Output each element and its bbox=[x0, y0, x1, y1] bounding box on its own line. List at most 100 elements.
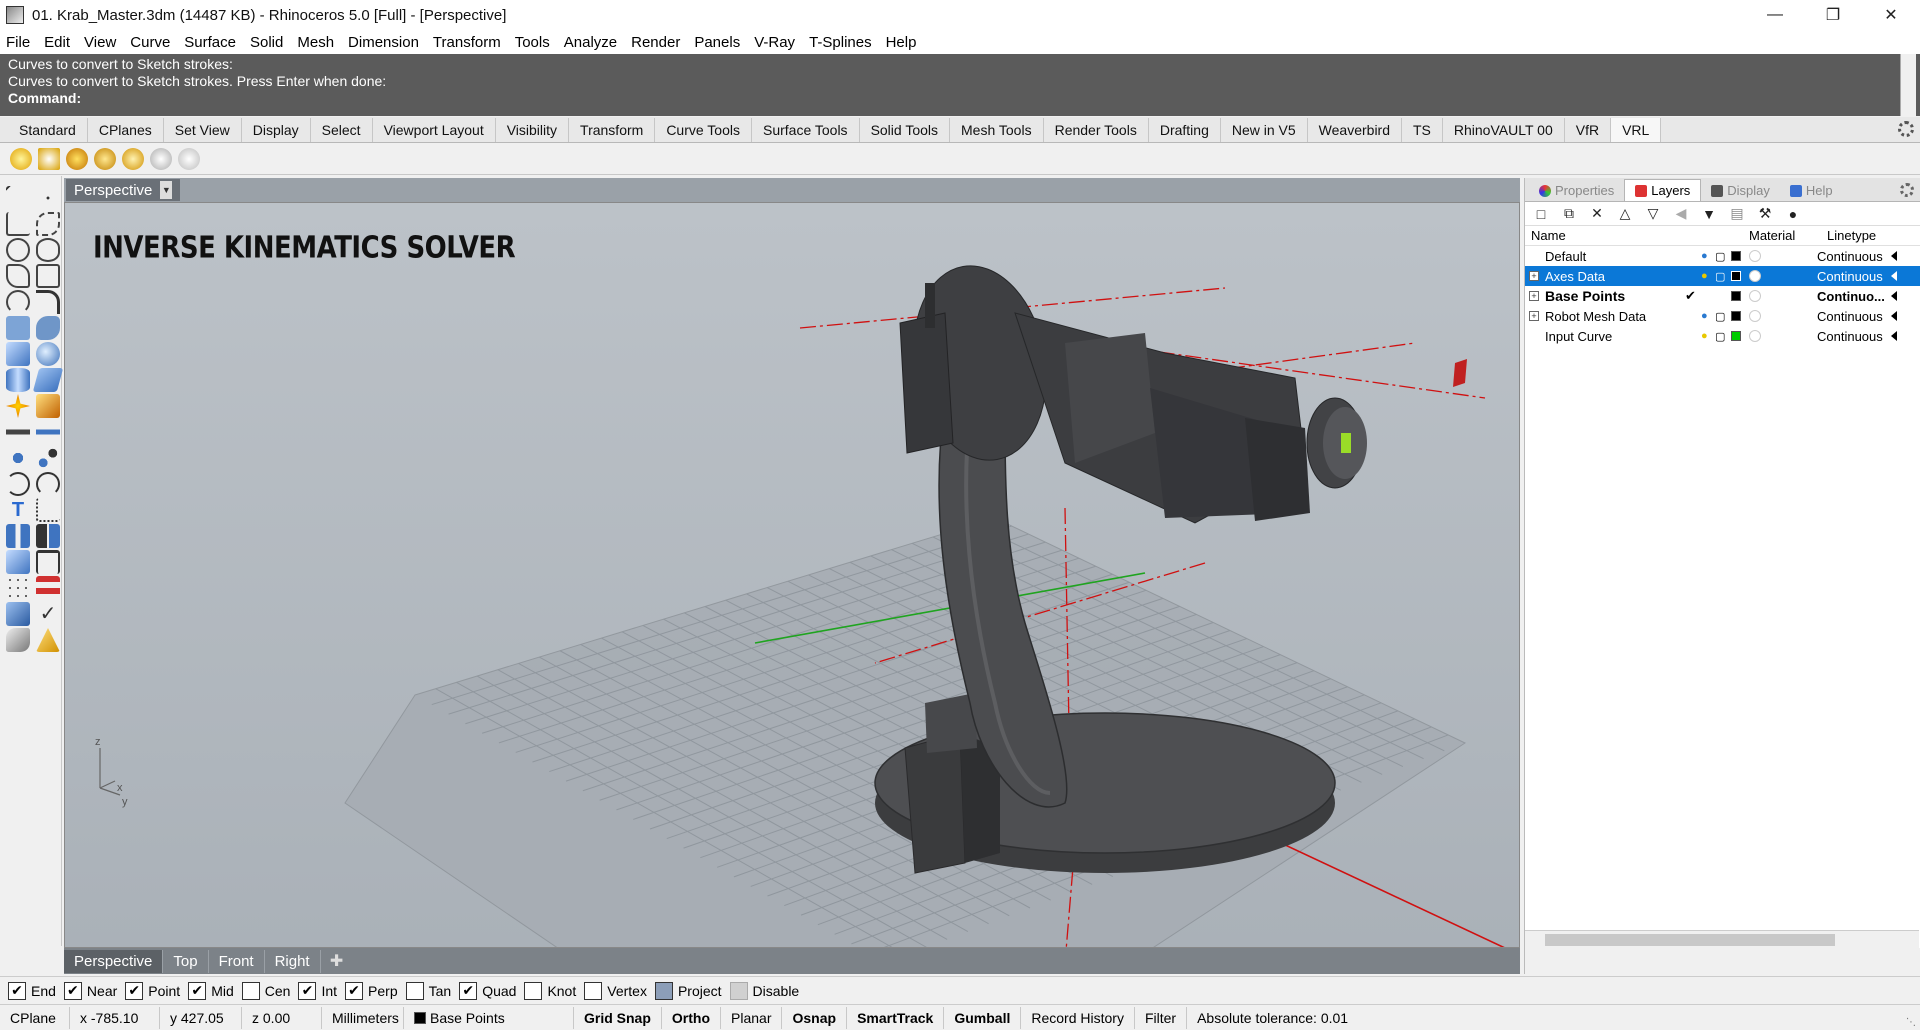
osnap-checkbox[interactable]: ✔ bbox=[8, 981, 26, 1000]
tab-set-view[interactable]: Set View bbox=[164, 118, 242, 142]
trim-icon[interactable] bbox=[36, 420, 60, 444]
osnap-int[interactable]: ✔ Int bbox=[298, 981, 337, 1000]
rectangle-icon[interactable] bbox=[36, 264, 60, 288]
arc-icon[interactable] bbox=[6, 290, 30, 314]
tools-wrench-icon[interactable]: ⚒ bbox=[1757, 205, 1773, 222]
menu-file[interactable]: File bbox=[6, 34, 30, 51]
material-sphere-icon[interactable] bbox=[1749, 250, 1761, 262]
menu-analyze[interactable]: Analyze bbox=[564, 34, 617, 51]
revolve-icon[interactable] bbox=[36, 316, 60, 340]
fillet-curve-icon[interactable] bbox=[36, 290, 60, 314]
sun-icon[interactable] bbox=[10, 147, 32, 170]
osnap-checkbox[interactable] bbox=[405, 981, 424, 1000]
material-sphere-icon[interactable] bbox=[1749, 270, 1761, 282]
rotate-icon[interactable] bbox=[6, 472, 30, 496]
panel-gear-icon[interactable] bbox=[1900, 183, 1914, 197]
ies-light-icon[interactable] bbox=[150, 147, 172, 170]
panel-tab-layers[interactable]: Layers bbox=[1624, 179, 1702, 201]
viewport-title-tab[interactable]: Perspective ▼ bbox=[66, 179, 181, 201]
box-icon[interactable] bbox=[6, 342, 30, 366]
cylinder-icon[interactable] bbox=[6, 368, 30, 392]
panel-tab-display[interactable]: Display bbox=[1701, 180, 1780, 201]
text-icon[interactable]: T bbox=[6, 498, 30, 522]
curve-icon[interactable] bbox=[36, 212, 60, 236]
tab-ts[interactable]: TS bbox=[1402, 118, 1443, 142]
viewport-tab-top[interactable]: Top bbox=[163, 949, 209, 973]
osnap-checkbox[interactable]: ✔ bbox=[125, 981, 144, 1000]
menu-tsplines[interactable]: T-Splines bbox=[809, 34, 872, 51]
layer-name[interactable]: Robot Mesh Data bbox=[1545, 309, 1697, 324]
resize-grip-icon[interactable]: ⋱ bbox=[1906, 1017, 1916, 1028]
viewport-menu-dropdown-icon[interactable]: ▼ bbox=[160, 181, 173, 199]
sphere-light-icon[interactable] bbox=[66, 147, 88, 170]
scale-icon[interactable] bbox=[36, 550, 60, 574]
omni-light-icon[interactable] bbox=[178, 147, 200, 170]
current-layer[interactable]: Base Points bbox=[404, 1006, 574, 1029]
column-linetype[interactable]: Linetype bbox=[1827, 228, 1907, 243]
viewport-tab-perspective[interactable]: Perspective bbox=[64, 949, 164, 973]
layers-horizontal-scrollbar[interactable] bbox=[1525, 930, 1919, 948]
filter-toggle[interactable]: Filter bbox=[1135, 1006, 1188, 1029]
material-sphere-icon[interactable] bbox=[1749, 290, 1761, 302]
material-sphere-icon[interactable] bbox=[1749, 330, 1761, 342]
tab-solid-tools[interactable]: Solid Tools bbox=[860, 118, 951, 142]
minimize-button[interactable]: — bbox=[1746, 0, 1804, 30]
select-arrow-icon[interactable] bbox=[6, 186, 30, 210]
viewport-tab-front[interactable]: Front bbox=[209, 949, 265, 973]
expand-plus-box-icon[interactable]: + bbox=[1529, 291, 1539, 301]
expand-plus-box-icon[interactable]: + bbox=[1529, 271, 1539, 281]
expand-plus-box-icon[interactable]: + bbox=[1529, 311, 1539, 321]
layer-color-swatch[interactable] bbox=[1731, 271, 1741, 281]
menu-tools[interactable]: Tools bbox=[515, 34, 550, 51]
polyline-icon[interactable] bbox=[6, 212, 30, 236]
osnap-knot[interactable]: Knot bbox=[524, 981, 576, 1000]
scroll-thumb[interactable] bbox=[1545, 934, 1835, 946]
osnap-quad[interactable]: ✔ Quad bbox=[459, 981, 516, 1000]
layer-states-icon[interactable]: ▤ bbox=[1729, 205, 1745, 222]
rect-light-icon[interactable] bbox=[122, 147, 144, 170]
osnap-vertex[interactable]: Vertex bbox=[584, 981, 647, 1000]
tab-new-in-v5[interactable]: New in V5 bbox=[1221, 118, 1308, 142]
material-sphere-icon[interactable] bbox=[1749, 310, 1761, 322]
visibility-bulb-icon[interactable]: ● bbox=[1701, 330, 1715, 342]
tab-visibility[interactable]: Visibility bbox=[496, 118, 570, 142]
delete-layer-icon[interactable]: ✕ bbox=[1589, 205, 1605, 222]
tab-surface-tools[interactable]: Surface Tools bbox=[752, 118, 860, 142]
layer-linetype[interactable]: Continuo... bbox=[1817, 289, 1891, 304]
toolbar-settings-gear-icon[interactable] bbox=[1898, 121, 1914, 137]
tab-drafting[interactable]: Drafting bbox=[1149, 118, 1221, 142]
dome-light-icon[interactable] bbox=[94, 147, 116, 170]
menu-panels[interactable]: Panels bbox=[694, 34, 740, 51]
tab-weaverbird[interactable]: Weaverbird bbox=[1308, 118, 1402, 142]
layer-linetype[interactable]: Continuous bbox=[1817, 269, 1891, 284]
circle-icon[interactable] bbox=[6, 238, 30, 262]
boolean-icon[interactable] bbox=[36, 394, 60, 418]
rhino-app-icon[interactable] bbox=[6, 6, 24, 24]
osnap-mid[interactable]: ✔ Mid bbox=[188, 981, 234, 1000]
menu-edit[interactable]: Edit bbox=[44, 34, 70, 51]
filter-icon[interactable]: ▼ bbox=[1701, 206, 1717, 222]
tab-display[interactable]: Display bbox=[242, 118, 311, 142]
tab-standard[interactable]: Standard bbox=[8, 118, 88, 142]
osnap-checkbox[interactable]: ✔ bbox=[345, 981, 364, 1000]
menu-vray[interactable]: V-Ray bbox=[754, 34, 795, 51]
osnap-checkbox[interactable]: ✔ bbox=[188, 981, 207, 1000]
menu-help[interactable]: Help bbox=[886, 34, 917, 51]
column-name[interactable]: Name bbox=[1525, 228, 1749, 243]
grid-snap-toggle[interactable]: Grid Snap bbox=[574, 1006, 662, 1029]
visibility-bulb-icon[interactable]: ● bbox=[1701, 290, 1715, 302]
visibility-bulb-icon[interactable]: ● bbox=[1701, 250, 1715, 262]
mirror-icon[interactable] bbox=[36, 524, 60, 548]
menu-solid[interactable]: Solid bbox=[250, 34, 283, 51]
menu-mesh[interactable]: Mesh bbox=[297, 34, 334, 51]
group-icon[interactable] bbox=[36, 446, 60, 470]
lock-icon[interactable]: ▢ bbox=[1715, 270, 1731, 283]
restore-button[interactable]: ❐ bbox=[1804, 0, 1862, 30]
menu-curve[interactable]: Curve bbox=[130, 34, 170, 51]
tab-select[interactable]: Select bbox=[311, 118, 373, 142]
lock-icon[interactable]: ▢ bbox=[1715, 310, 1731, 323]
move-down-icon[interactable]: ▽ bbox=[1645, 205, 1661, 222]
mesh-icon[interactable] bbox=[6, 550, 30, 574]
layer-name[interactable]: Default bbox=[1545, 249, 1697, 264]
osnap-disable[interactable]: Disable bbox=[729, 981, 799, 1000]
